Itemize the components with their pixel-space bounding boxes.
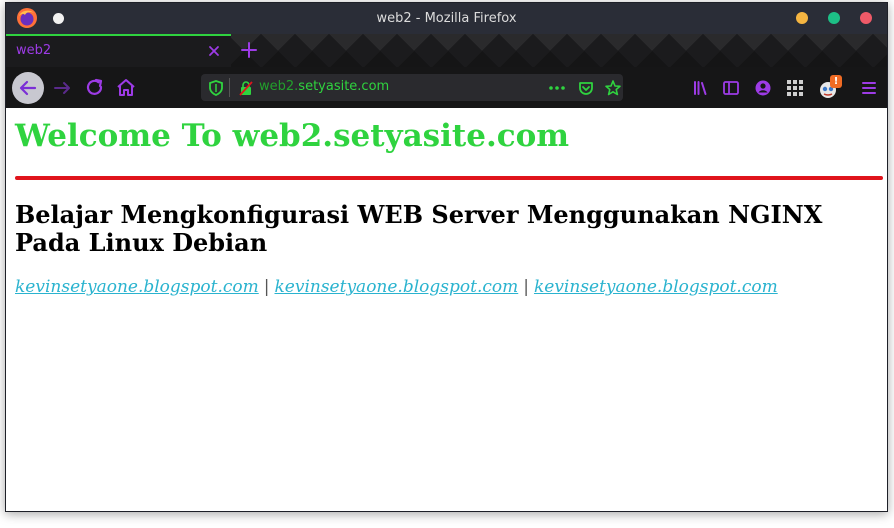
account-icon[interactable] [754, 79, 772, 97]
close-window-button[interactable] [860, 12, 872, 24]
window-title: web2 - Mozilla Firefox [376, 11, 517, 26]
notification-badge: ! [830, 75, 842, 88]
link-separator: | [263, 277, 270, 297]
insecure-lock-icon[interactable] [237, 79, 255, 97]
home-icon[interactable] [113, 75, 139, 101]
link-separator: | [523, 277, 529, 297]
arrow-left-icon [19, 80, 37, 96]
browser-window: web2 - Mozilla Firefox web2 web2.setyasi… [5, 2, 888, 512]
maximize-button[interactable] [828, 12, 840, 24]
shield-icon[interactable] [207, 79, 225, 97]
pocket-icon[interactable] [577, 79, 595, 97]
library-icon[interactable] [692, 79, 710, 97]
tab-web2[interactable]: web2 [6, 34, 231, 67]
page-heading: Welcome To web2.setyasite.com [15, 118, 570, 154]
reload-icon[interactable] [82, 75, 108, 101]
apps-grid-icon[interactable] [786, 79, 804, 97]
heading-divider [15, 176, 883, 180]
blog-link-3[interactable]: kevinsetyaone.blogspot.com [534, 277, 778, 297]
url-text[interactable]: web2.setyasite.com [259, 79, 389, 94]
blog-link-1[interactable]: kevinsetyaone.blogspot.com [15, 277, 259, 297]
url-domain: setyasite.com [298, 79, 390, 94]
back-button[interactable] [12, 72, 44, 104]
link-row: kevinsetyaone.blogspot.com | kevinsetyaone… [15, 277, 778, 297]
hamburger-menu-icon[interactable] [860, 79, 878, 97]
forward-arrow-icon[interactable] [50, 75, 76, 101]
minimize-button[interactable] [796, 12, 808, 24]
urlbar-separator [229, 78, 230, 97]
tab-label: web2 [16, 43, 52, 58]
close-tab-icon[interactable] [207, 44, 221, 58]
blog-link-2[interactable]: kevinsetyaone.blogspot.com [274, 277, 518, 297]
bookmark-star-icon[interactable] [604, 79, 622, 97]
nav-bar: web2.setyasite.com ! [6, 67, 887, 108]
page-actions-icon[interactable] [548, 79, 566, 97]
new-tab-icon[interactable] [239, 40, 259, 60]
title-bar: web2 - Mozilla Firefox [6, 3, 887, 34]
tab-strip: web2 [6, 34, 887, 67]
url-bar[interactable]: web2.setyasite.com [201, 74, 623, 101]
url-subdomain: web2. [259, 79, 299, 94]
page-subheading: Belajar Mengkonfigurasi WEB Server Mengg… [15, 200, 823, 257]
extension-button[interactable]: ! [818, 75, 844, 99]
sidebar-icon[interactable] [722, 79, 740, 97]
page-content: Welcome To web2.setyasite.com Belajar Me… [6, 108, 887, 511]
